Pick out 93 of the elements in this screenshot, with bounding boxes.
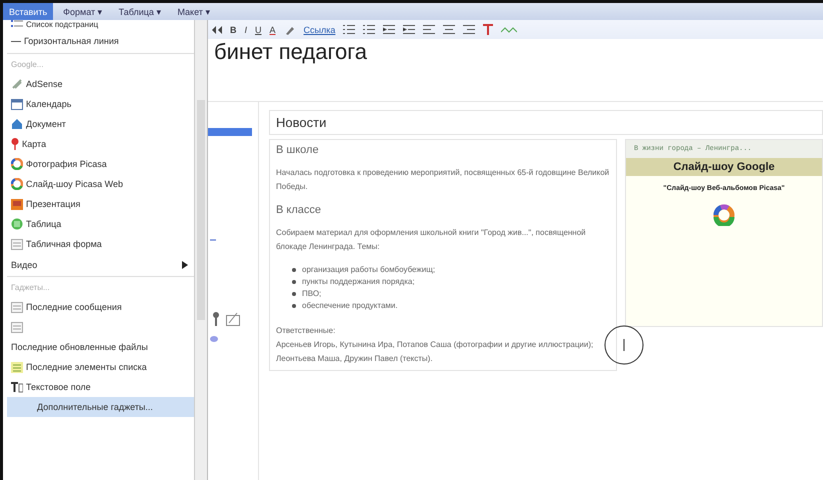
menu-item[interactable]: Документ [7, 114, 194, 134]
bold-button[interactable]: B [230, 24, 236, 34]
menu-section-header: Гаджеты... [10, 282, 51, 294]
text-line: Ответственные: [276, 325, 336, 337]
menu-item-label: Календарь [26, 99, 72, 109]
document-icon [11, 118, 23, 130]
news-header: Новости [269, 110, 823, 135]
calendar-icon [11, 98, 23, 110]
numbered-list-icon[interactable] [343, 24, 356, 35]
picasa-icon [11, 158, 23, 170]
link-button[interactable]: Ссылка [304, 24, 336, 34]
presentation-icon [11, 198, 23, 210]
menu-item[interactable]: Фотография Picasa [7, 154, 194, 174]
menu-item-label: Табличная форма [26, 239, 102, 249]
menu-item[interactable]: Последние обновленные файлы [7, 337, 194, 357]
menu-item-label: Список подстраниц [26, 20, 98, 29]
clear-format-icon[interactable] [483, 24, 494, 35]
menu-section-header: Google... [10, 58, 44, 71]
menu-item-label: Последние обновленные файлы [11, 342, 148, 352]
section-heading: В школе [276, 144, 320, 156]
menu-item-label: Слайд-шоу Picasa Web [26, 179, 124, 189]
picasa-logo-icon [713, 204, 735, 226]
edit-icon [226, 312, 240, 326]
menu-item[interactable]: Текстовое поле [7, 377, 194, 397]
list-items-icon [11, 362, 23, 372]
bullet-icon [292, 280, 296, 284]
gadget-title: Слайд-шоу Google [626, 158, 822, 176]
bullet-icon [292, 268, 296, 272]
form-icon [11, 322, 23, 332]
horizontal-line-icon [11, 40, 21, 42]
submenu-arrow-icon [182, 261, 188, 269]
menu-item[interactable]: Последние элементы списка [7, 357, 194, 377]
pin-icon [212, 312, 220, 326]
align-center-icon[interactable] [443, 24, 456, 35]
menu-item[interactable]: Макет ▾ [171, 3, 216, 20]
map-pin-icon [11, 138, 19, 150]
list-item-text: обеспечение продуктами. [302, 300, 398, 312]
menu-item[interactable]: Видео [7, 254, 194, 277]
menu-item-label: Документ [26, 119, 66, 129]
picasa-icon [11, 178, 23, 190]
section-heading: В классе [276, 204, 322, 216]
menu-item[interactable]: Горизонтальная линия [7, 29, 194, 54]
list-item-text: ПВО; [302, 288, 322, 300]
underline-button[interactable]: U [255, 24, 262, 34]
text-line: Леонтьева Маша, Дружин Павел (тексты). [276, 353, 434, 365]
menu-item-label: Фотография Picasa [26, 159, 107, 169]
menu-item[interactable]: Список подстраниц [7, 20, 194, 29]
paragraph: Началась подготовка к проведению мероприятий, посвященных 65-й годовщине Великой Победы. [276, 167, 610, 193]
text-color-button[interactable]: A [270, 24, 276, 34]
selected-nav-bar [208, 128, 252, 136]
text-box-icon [11, 382, 23, 392]
menu-item[interactable]: Формат ▾ [57, 3, 109, 20]
menu-item-label: Текстовое поле [26, 382, 91, 392]
menu-item[interactable]: Таблица ▾ [112, 3, 168, 20]
menu-item-label: Последние сообщения [26, 302, 122, 312]
dot-icon [210, 336, 218, 342]
menu-item-label: Таблица [26, 219, 62, 229]
menu-item-label: Презентация [26, 199, 80, 209]
form-icon [11, 238, 23, 250]
form-icon [11, 302, 23, 312]
menu-item[interactable]: AdSense [7, 74, 194, 94]
align-left-icon[interactable] [423, 24, 436, 35]
menu-item[interactable]: Карта [7, 134, 194, 154]
menu-item-label: AdSense [26, 79, 63, 89]
cursor-circle-icon [604, 325, 644, 365]
menu-item[interactable]: Последние сообщения [7, 297, 194, 317]
paragraph: Собираем материал для оформления школьной книги "Город жив...", посвященной блокаде Ленинграда. Темы: [276, 227, 587, 253]
indent-icon[interactable] [403, 24, 416, 35]
align-right-icon[interactable] [463, 24, 476, 35]
menu-item[interactable]: Календарь [7, 94, 194, 114]
menu-item-label: Карта [22, 139, 46, 149]
bulleted-list-icon[interactable] [363, 24, 376, 35]
menu-item[interactable]: Слайд-шоу Picasa Web [7, 174, 194, 194]
page-title: бинет педагога [213, 39, 368, 65]
menu-item-label: Видео [11, 260, 38, 270]
outdent-icon[interactable] [383, 24, 396, 35]
spreadsheet-icon [11, 218, 23, 230]
bullet-icon [292, 304, 296, 308]
list-item-text: организация работы бомбоубежищ; [302, 264, 436, 276]
menu-item[interactable]: Дополнительные гаджеты... [7, 397, 194, 417]
highlight-icon[interactable] [284, 24, 296, 34]
menu-item[interactable]: Презентация [7, 194, 194, 214]
undo-icon[interactable] [212, 26, 222, 34]
menu-item-label: Горизонтальная линия [24, 36, 119, 46]
list-icon [11, 20, 23, 29]
italic-button[interactable]: I [244, 24, 248, 34]
menu-item[interactable]: Таблица [7, 214, 194, 234]
menu-item[interactable]: Табличная форма [7, 234, 194, 254]
list-item-text: пункты поддержания порядка; [302, 276, 415, 288]
menu-item[interactable]: Вставить [3, 3, 54, 20]
text-line: Арсеньев Игорь, Кутынина Ира, Потапов Саша (фотографии и другие иллюстрации); [276, 339, 594, 351]
bullet-icon [292, 292, 296, 296]
menu-item-label: Последние элементы списка [26, 362, 147, 372]
